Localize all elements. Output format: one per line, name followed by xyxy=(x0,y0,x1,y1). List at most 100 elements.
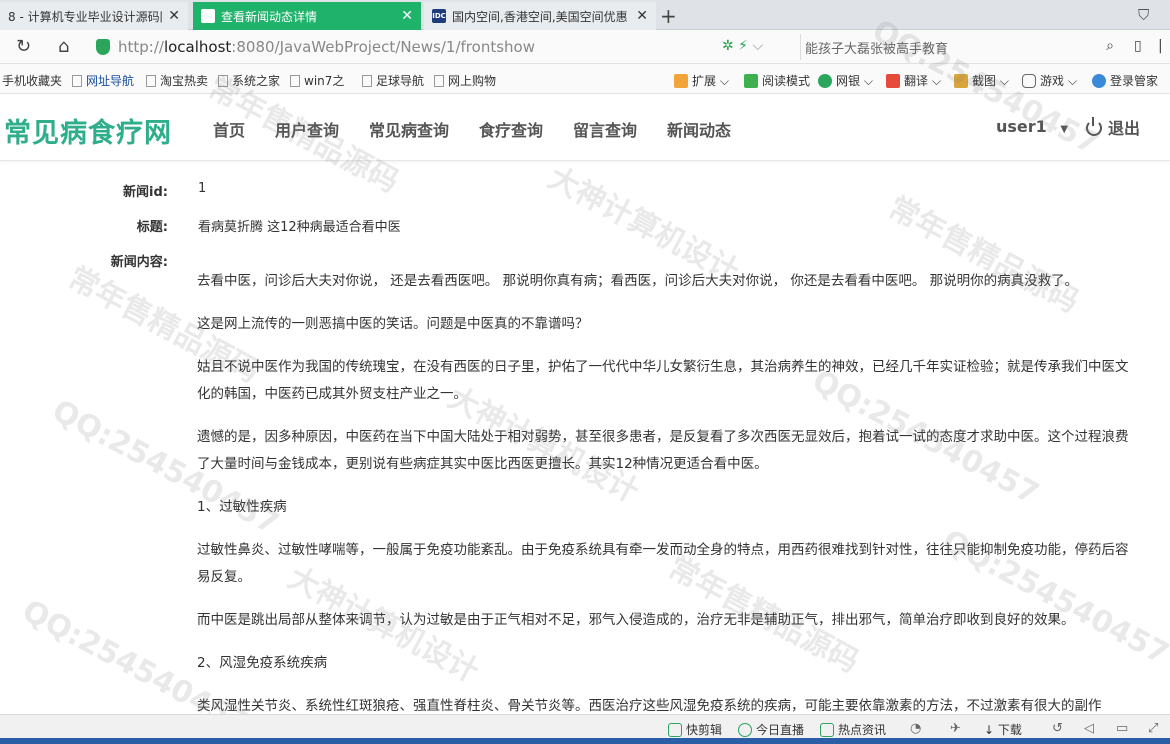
bookmark-football[interactable]: 足球导航 xyxy=(362,72,424,89)
content-paragraph: 1、过敏性疾病 xyxy=(197,499,287,515)
nav-home[interactable]: 首页 xyxy=(213,117,245,141)
search-icon[interactable]: ⌕ xyxy=(1106,38,1114,54)
shirt-icon[interactable]: ⛉ xyxy=(1138,6,1149,24)
news-content: 去看中医，问诊后大夫对你说， 还是去看西医吧。 那说明你真有病；看西医，问诊后大… xyxy=(197,268,1139,736)
bookmark-nav[interactable]: 网址导航 xyxy=(72,72,134,89)
power-icon xyxy=(1086,117,1102,136)
sound-icon[interactable]: ◁ xyxy=(1084,721,1094,736)
extensions-button[interactable]: 扩展 ⌵ xyxy=(674,72,729,89)
logout-button[interactable]: 退出 xyxy=(1086,115,1140,139)
browser-tab-3[interactable]: IDC 国内空间,香港空间,美国空间优惠 ✕ xyxy=(424,2,656,30)
close-icon[interactable]: ✕ xyxy=(168,8,180,24)
bookmark-win7[interactable]: win7之 xyxy=(290,72,344,89)
user-menu[interactable]: user1 ▼ xyxy=(996,117,1068,136)
user-name: user1 xyxy=(996,117,1047,136)
os-taskbar xyxy=(0,738,1170,744)
live-icon xyxy=(738,723,752,737)
live-button[interactable]: 今日直播 xyxy=(738,721,804,738)
toolbar-label: 游戏 xyxy=(1040,74,1065,88)
new-tab-icon[interactable]: + xyxy=(660,4,677,28)
tab-title: 8 - 计算机专业毕业设计源码网 xyxy=(8,9,163,24)
address-bar: ↻ ⌂ http://localhost:8080/JavaWebProject… xyxy=(0,30,1170,64)
nav-disease-query[interactable]: 常见病查询 xyxy=(369,117,449,141)
status-label: 快剪辑 xyxy=(686,723,723,737)
bookmark-label: win7之 xyxy=(304,74,345,88)
content-paragraph: 遗憾的是，因多种原因，中医药在当下中国大陆处于相对弱势，甚至很多患者，是反复看了… xyxy=(197,429,1129,472)
close-icon[interactable]: ✕ xyxy=(636,8,648,24)
key-icon xyxy=(1092,74,1106,88)
screenshot-button[interactable]: 截图 ⌵ xyxy=(954,72,1009,89)
browser-tab-1[interactable]: 8 - 计算机专业毕业设计源码网 ✕ xyxy=(0,2,188,30)
browser-tab-bar: 8 - 计算机专业毕业设计源码网 ✕ 查看新闻动态详情 ✕ IDC 国内空间,香… xyxy=(0,0,1170,30)
idc-logo-icon: IDC xyxy=(432,9,446,23)
zoom-icon[interactable]: ⤢ xyxy=(1148,721,1158,736)
hot-news-button[interactable]: 热点资讯 xyxy=(820,721,886,738)
status-label: 今日直播 xyxy=(756,723,805,737)
content-paragraph: 去看中医，问诊后大夫对你说， 还是去看西医吧。 那说明你真有病；看西医，问诊后大… xyxy=(197,273,1079,289)
page-icon xyxy=(218,75,228,87)
nav-diet-query[interactable]: 食疗查询 xyxy=(479,117,543,141)
play-icon xyxy=(668,723,682,737)
url-host: localhost xyxy=(163,38,232,56)
bookmark-label: 系统之家 xyxy=(232,74,281,88)
quick-edit-button[interactable]: 快剪辑 xyxy=(668,721,722,738)
tab-title: 国内空间,香港空间,美国空间优惠 xyxy=(452,9,628,24)
toolbar-label: 登录管家 xyxy=(1110,74,1159,88)
download-button[interactable]: ↓ 下载 xyxy=(984,721,1022,738)
page-icon xyxy=(201,9,215,23)
site-navbar: 常见病食疗网 首页 用户查询 常见病查询 食疗查询 留言查询 新闻动态 user… xyxy=(0,95,1170,161)
url-input[interactable]: http://localhost:8080/JavaWebProject/New… xyxy=(96,34,786,60)
toolbar-label: 阅读模式 xyxy=(762,74,811,88)
news-content-label: 新闻内容: xyxy=(110,255,168,270)
content-paragraph: 这是网上流传的一则恶搞中医的笑话。问题是中医真的不靠谱吗？ xyxy=(197,316,589,332)
bookmark-mobile[interactable]: 手机收藏夹 xyxy=(2,72,62,89)
reading-mode-button[interactable]: 阅读模式 xyxy=(744,72,810,89)
news-id-label: 新闻id: xyxy=(123,185,168,200)
site-brand[interactable]: 常见病食疗网 xyxy=(4,111,172,150)
bookmark-label: 网址导航 xyxy=(86,74,135,88)
content-paragraph: 姑且不说中医作为我国的传统瑰宝，在没有西医的日子里，护佑了一代代中华儿女繁衍生息… xyxy=(197,359,1129,402)
logout-label: 退出 xyxy=(1108,119,1141,138)
pin-icon[interactable]: ✈ xyxy=(950,721,961,736)
book-icon xyxy=(744,74,758,88)
menu-icon[interactable]: | xyxy=(1158,38,1163,54)
bookmark-shopping[interactable]: 网上购物 xyxy=(434,72,496,89)
news-title-value: 看病莫折腾 这12种病最适合看中医 xyxy=(198,220,401,235)
bookmark-taobao[interactable]: 淘宝热卖 xyxy=(146,72,208,89)
login-manager-button[interactable]: 登录管家 xyxy=(1092,72,1158,89)
page-icon xyxy=(362,75,372,87)
home-icon[interactable]: ⌂ xyxy=(58,36,69,57)
nav-user-query[interactable]: 用户查询 xyxy=(275,117,339,141)
nav-news[interactable]: 新闻动态 xyxy=(667,117,731,141)
download-icon: ↓ xyxy=(984,723,998,737)
search-input[interactable]: 能孩子大磊张被高手教育 ⌕ xyxy=(800,34,1122,60)
search-text: 能孩子大磊张被高手教育 xyxy=(805,41,949,57)
bookmark-xitong[interactable]: 系统之家 xyxy=(218,72,280,89)
browser-tab-2[interactable]: 查看新闻动态详情 ✕ xyxy=(193,2,421,30)
bookmark-label: 足球导航 xyxy=(376,74,425,88)
lightning-icon[interactable]: ✲ ⚡ ⌵ xyxy=(722,38,763,54)
bank-button[interactable]: 网银 ⌵ xyxy=(818,72,873,89)
shield-icon xyxy=(818,74,832,88)
nav-message-query[interactable]: 留言查询 xyxy=(573,117,637,141)
page-icon xyxy=(434,75,444,87)
phone-icon[interactable]: ▯ xyxy=(1134,38,1142,54)
reload-icon[interactable]: ↻ xyxy=(16,36,31,57)
gamepad-icon xyxy=(1022,74,1036,88)
content-paragraph: 过敏性鼻炎、过敏性哮喘等，一般属于免疫功能紊乱。由于免疫系统具有牵一发而动全身的… xyxy=(197,542,1129,585)
bookmark-label: 淘宝热卖 xyxy=(160,74,209,88)
page-icon xyxy=(72,75,82,87)
accelerate-icon[interactable]: ◔ xyxy=(910,721,921,736)
games-button[interactable]: 游戏 ⌵ xyxy=(1022,72,1077,89)
scissors-icon xyxy=(954,74,968,88)
tab-title: 查看新闻动态详情 xyxy=(221,9,318,24)
window-icon[interactable]: ▭ xyxy=(1116,721,1128,736)
translate-button[interactable]: 翻译 ⌵ xyxy=(886,72,941,89)
status-label: 热点资讯 xyxy=(838,723,887,737)
news-icon xyxy=(820,723,834,737)
url-path: :8080/JavaWebProject/News/1/frontshow xyxy=(231,38,535,56)
close-icon[interactable]: ✕ xyxy=(401,8,413,24)
restore-icon[interactable]: ↺ xyxy=(1052,721,1063,736)
content-paragraph: 2、风湿免疫系统疾病 xyxy=(197,655,328,671)
bookmarks-bar: 手机收藏夹 网址导航 淘宝热卖 系统之家 win7之 足球导航 网上购物 扩展 … xyxy=(0,64,1170,94)
